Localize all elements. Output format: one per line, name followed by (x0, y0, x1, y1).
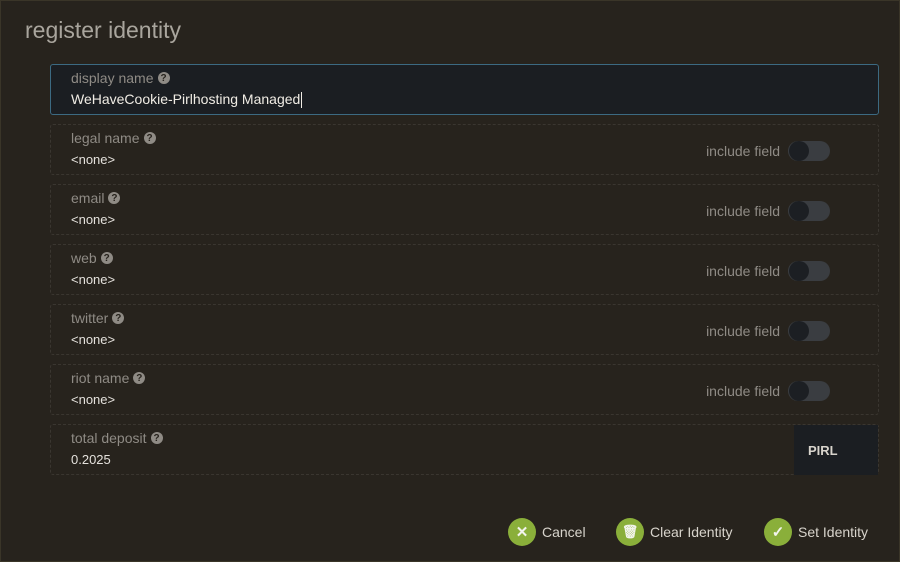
clear-identity-button-label: Clear Identity (650, 524, 733, 540)
total-deposit-label-wrap: total deposit ? (71, 430, 163, 446)
toggle-switch[interactable] (788, 201, 830, 221)
web-value[interactable]: <none> (71, 272, 115, 287)
email-value[interactable]: <none> (71, 212, 115, 227)
toggle-knob (789, 381, 809, 401)
help-icon[interactable]: ? (112, 312, 125, 324)
twitter-label: twitter (71, 310, 109, 326)
twitter-field: twitter ? <none> include field (50, 304, 879, 355)
web-include-toggle[interactable]: include field (706, 261, 830, 281)
register-identity-modal: register identity display name ? WeHaveC… (0, 0, 900, 562)
email-label: email (71, 190, 105, 206)
toggle-switch[interactable] (788, 261, 830, 281)
include-field-label: include field (706, 263, 780, 279)
legal-name-label-wrap: legal name ? (71, 130, 156, 146)
display-name-input[interactable]: WeHaveCookie-Pirlhosting Managed (71, 91, 303, 109)
toggle-knob (789, 261, 809, 281)
web-label: web (71, 250, 97, 266)
cancel-button[interactable]: ✕ Cancel (508, 517, 586, 547)
include-field-label: include field (706, 383, 780, 399)
trash-icon: 🗑 (616, 518, 644, 546)
riot-name-value[interactable]: <none> (71, 392, 115, 407)
include-field-label: include field (706, 323, 780, 339)
riot-name-include-toggle[interactable]: include field (706, 381, 830, 401)
cancel-button-label: Cancel (542, 524, 586, 540)
legal-name-include-toggle[interactable]: include field (706, 141, 830, 161)
display-name-label-wrap: display name ? (71, 70, 170, 86)
toggle-switch[interactable] (788, 141, 830, 161)
twitter-value[interactable]: <none> (71, 332, 115, 347)
toggle-knob (789, 321, 809, 341)
email-label-wrap: email ? (71, 190, 121, 206)
help-icon[interactable]: ? (100, 252, 113, 264)
help-icon[interactable]: ? (108, 192, 121, 204)
include-field-label: include field (706, 143, 780, 159)
twitter-include-toggle[interactable]: include field (706, 321, 830, 341)
close-icon: ✕ (508, 518, 536, 546)
email-include-toggle[interactable]: include field (706, 201, 830, 221)
text-caret (301, 92, 303, 109)
legal-name-value[interactable]: <none> (71, 152, 115, 167)
clear-identity-button[interactable]: 🗑 Clear Identity (616, 517, 732, 547)
include-field-label: include field (706, 203, 780, 219)
set-identity-button-label: Set Identity (798, 524, 869, 540)
riot-name-label: riot name (71, 370, 130, 386)
display-name-field[interactable]: display name ? WeHaveCookie-Pirlhosting … (50, 64, 879, 115)
legal-name-field: legal name ? <none> include field (50, 124, 879, 175)
display-name-label: display name (71, 70, 154, 86)
total-deposit-label: total deposit (71, 430, 147, 446)
toggle-switch[interactable] (788, 381, 830, 401)
set-identity-button[interactable]: ✓ Set Identity (764, 517, 868, 547)
email-field: email ? <none> include field (50, 184, 879, 235)
toggle-switch[interactable] (788, 321, 830, 341)
riot-name-field: riot name ? <none> include field (50, 364, 879, 415)
toggle-knob (789, 201, 809, 221)
legal-name-label: legal name (71, 130, 140, 146)
help-icon[interactable]: ? (157, 72, 170, 84)
riot-name-label-wrap: riot name ? (71, 370, 146, 386)
web-label-wrap: web ? (71, 250, 113, 266)
web-field: web ? <none> include field (50, 244, 879, 295)
display-name-value: WeHaveCookie-Pirlhosting Managed (71, 91, 301, 107)
modal-title: register identity (25, 17, 181, 43)
currency-unit-label: PIRL (794, 425, 878, 475)
help-icon[interactable]: ? (133, 372, 146, 384)
check-icon: ✓ (764, 518, 792, 546)
twitter-label-wrap: twitter ? (71, 310, 125, 326)
total-deposit-field: total deposit ? 0.2025 PIRL (50, 424, 879, 475)
help-icon[interactable]: ? (150, 432, 163, 444)
total-deposit-value: 0.2025 (71, 452, 111, 467)
toggle-knob (789, 141, 809, 161)
help-icon[interactable]: ? (143, 132, 156, 144)
